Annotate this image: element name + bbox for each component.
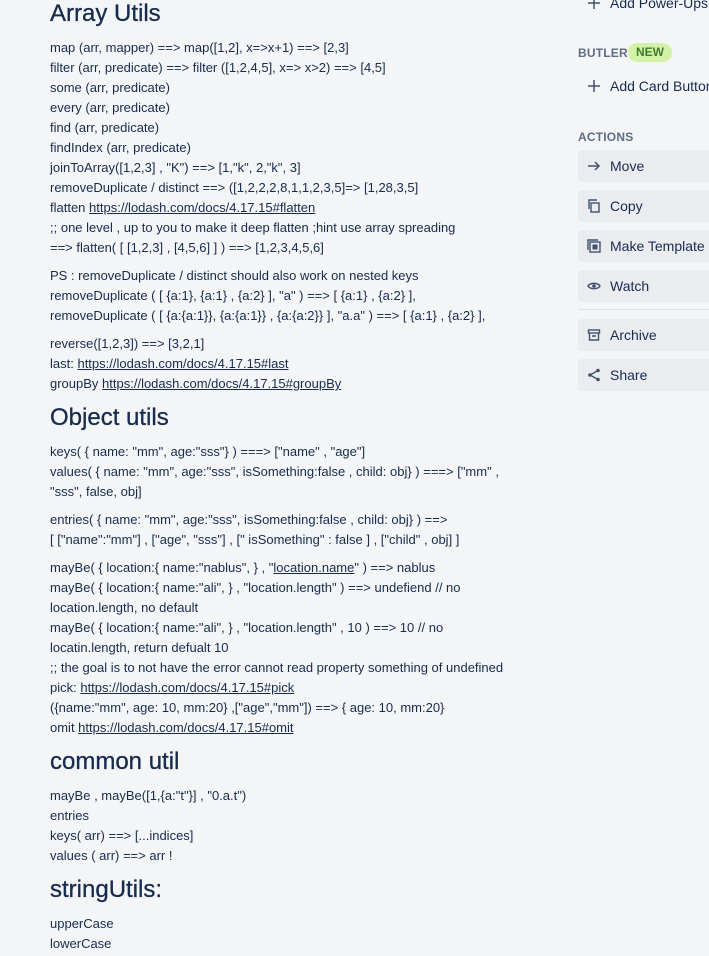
text-line: mayBe( { location:{ name:"ali", } , "loc… — [50, 620, 444, 635]
text-line: joinToArray([1,2,3] , "K") ==> [1,"k", 2… — [50, 160, 301, 175]
text-line: pick: https://lodash.com/docs/4.17.15#pi… — [50, 678, 294, 698]
location-name-link[interactable]: location.name — [273, 560, 354, 575]
text-line: removeDuplicate / distinct ==> ([1,2,2,2… — [50, 180, 419, 195]
text-line: some (arr, predicate) — [50, 80, 170, 95]
add-powerups-button[interactable]: Add Power-Ups — [578, 0, 708, 13]
groupby-link[interactable]: https://lodash.com/docs/4.17.15#groupBy — [102, 376, 341, 391]
archive-button[interactable]: Archive — [578, 319, 709, 351]
text-segment: groupBy — [50, 376, 103, 391]
make-template-button[interactable]: Make Template — [578, 230, 709, 262]
flatten-link[interactable]: https://lodash.com/docs/4.17.15#flatten — [89, 200, 315, 215]
text-line: PS : removeDuplicate / distinct should a… — [50, 268, 419, 283]
text-segment: pick: — [50, 680, 81, 695]
pick-link[interactable]: https://lodash.com/docs/4.17.15#pick — [80, 680, 294, 695]
copy-button[interactable]: Copy — [578, 190, 709, 222]
text-segment: " ) ==> nablus — [354, 560, 436, 575]
arrow-right-icon — [586, 150, 602, 182]
text-line: ({name:"mm", age: 10, mm:20} ,["age","mm… — [50, 700, 445, 715]
text-line: upperCase — [50, 916, 114, 931]
move-button[interactable]: Move — [578, 150, 709, 182]
butler-section-title: BUTLER — [578, 46, 628, 60]
text-line: [ ["name":"mm"] , ["age", "sss"] , [" is… — [50, 532, 460, 547]
text-line: values( { name: "mm", age:"sss", isSomet… — [50, 464, 499, 479]
text-line: find (arr, predicate) — [50, 120, 160, 135]
archive-label: Archive — [610, 327, 657, 343]
text-line: omit https://lodash.com/docs/4.17.15#omi… — [50, 718, 294, 738]
watch-label: Watch — [610, 278, 650, 294]
text-line: last: https://lodash.com/docs/4.17.15#la… — [50, 354, 288, 374]
heading-array-utils: Array Utils — [50, 0, 161, 27]
text-line: ;; one level , up to you to make it deep… — [50, 220, 456, 235]
copy-label: Copy — [610, 198, 643, 214]
last-link[interactable]: https://lodash.com/docs/4.17.15#last — [77, 356, 288, 371]
add-powerups-label: Add Power-Ups — [610, 0, 709, 11]
actions-section-title: ACTIONS — [578, 130, 634, 144]
text-line: flatten https://lodash.com/docs/4.17.15#… — [50, 198, 315, 218]
add-card-button[interactable]: Add Card Button — [578, 76, 709, 96]
text-line: entries — [50, 808, 90, 823]
archive-icon — [586, 319, 602, 351]
make-template-label: Make Template — [610, 238, 705, 254]
text-line: every (arr, predicate) — [50, 100, 170, 115]
copy-icon — [586, 190, 602, 222]
text-line: reverse([1,2,3]) ==> [3,2,1] — [50, 336, 205, 351]
text-line: values ( arr) ==> arr ! — [50, 848, 173, 863]
text-line: removeDuplicate ( [ {a:{a:1}}, {a:{a:1}}… — [50, 308, 486, 323]
sidebar-divider — [578, 309, 709, 310]
text-segment: flatten — [50, 200, 90, 215]
text-line: filter (arr, predicate) ==> filter ([1,2… — [50, 60, 386, 75]
text-line: entries( { name: "mm", age:"sss", isSome… — [50, 512, 448, 527]
share-label: Share — [610, 367, 648, 383]
text-line: map (arr, mapper) ==> map([1,2], x=>x+1)… — [50, 40, 349, 55]
plus-icon — [586, 0, 602, 13]
eye-icon — [586, 270, 602, 302]
text-line: keys( { name: "mm", age:"sss"} ) ===> ["… — [50, 444, 366, 459]
text-line: removeDuplicate ( [ {a:1}, {a:1} , {a:2}… — [50, 288, 416, 303]
share-icon — [586, 359, 602, 391]
move-label: Move — [610, 158, 645, 174]
text-segment: mayBe( { location:{ name:"nablus", } , " — [50, 560, 274, 575]
text-line: groupBy https://lodash.com/docs/4.17.15#… — [50, 374, 341, 394]
heading-object-utils: Object utils — [50, 404, 169, 431]
share-button[interactable]: Share — [578, 359, 709, 391]
watch-button[interactable]: Watch — [578, 270, 709, 302]
heading-common-util: common util — [50, 748, 180, 775]
text-line: mayBe , mayBe([1,{a:"t"}] , "0.a.t") — [50, 788, 247, 803]
text-line: keys( arr) ==> [...indices] — [50, 828, 194, 843]
text-line: location.length, no default — [50, 600, 199, 615]
text-line: locatin.length, return defualt 10 — [50, 640, 229, 655]
text-line: findIndex (arr, predicate) — [50, 140, 191, 155]
text-line: ==> flatten( [ [1,2,3] , [4,5,6] ] ) ==>… — [50, 240, 324, 255]
card-sidebar: Add Power-Ups BUTLER NEW Add Card Button… — [578, 0, 709, 956]
text-line: lowerCase — [50, 936, 112, 951]
text-line: ;; the goal is to not have the error can… — [50, 660, 504, 675]
plus-icon — [586, 76, 602, 96]
text-line: "sss", false, obj] — [50, 484, 142, 499]
text-line: mayBe( { location:{ name:"ali", } , "loc… — [50, 580, 461, 595]
heading-string-utils: stringUtils: — [50, 876, 163, 903]
text-segment: omit — [50, 720, 79, 735]
text-line: mayBe( { location:{ name:"nablus", } , "… — [50, 558, 435, 578]
new-badge: NEW — [628, 43, 672, 62]
omit-link[interactable]: https://lodash.com/docs/4.17.15#omit — [78, 720, 293, 735]
text-segment: last: — [50, 356, 78, 371]
add-card-button-label: Add Card Button — [610, 78, 709, 94]
template-icon — [586, 230, 602, 262]
